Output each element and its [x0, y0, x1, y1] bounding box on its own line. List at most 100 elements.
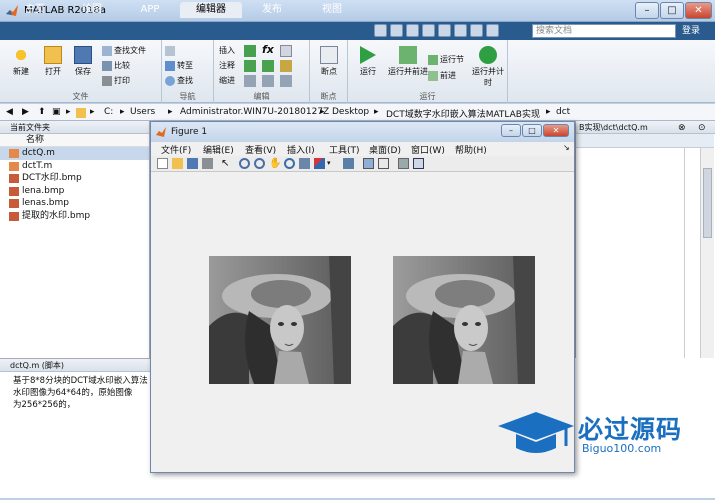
- figure-close-button[interactable]: ✕: [543, 124, 569, 137]
- path-segment-users[interactable]: Users: [130, 107, 155, 117]
- stopwatch-icon: [479, 46, 497, 64]
- path-segment-user[interactable]: Administrator.WIN7U-20180127Z: [180, 107, 329, 117]
- find-files-button[interactable]: 查找文件: [102, 45, 146, 57]
- show-plot-tools-icon[interactable]: [413, 158, 424, 169]
- file-item[interactable]: dctT.m: [0, 160, 149, 173]
- forward-arrow-icon[interactable]: ▶: [22, 107, 29, 117]
- file-item[interactable]: lena.bmp: [0, 185, 149, 198]
- save-figure-icon[interactable]: [187, 158, 198, 169]
- name-column-header[interactable]: 名称: [0, 134, 149, 147]
- browse-folder-icon[interactable]: ▣: [52, 107, 61, 117]
- path-segment-drive[interactable]: C:: [104, 107, 113, 117]
- menu-tools[interactable]: 工具(T): [329, 143, 360, 156]
- insert-section-icon[interactable]: [244, 45, 256, 57]
- save-button[interactable]: 保存: [67, 46, 99, 77]
- indent-button[interactable]: 缩进: [219, 75, 235, 87]
- path-sep: ▸: [546, 107, 551, 117]
- fx-button[interactable]: fx: [262, 44, 274, 56]
- menu-edit[interactable]: 编辑(E): [203, 143, 234, 156]
- quick-switch-icon[interactable]: [470, 24, 483, 37]
- link-plot-icon[interactable]: [343, 158, 354, 169]
- data-cursor-icon[interactable]: [299, 158, 310, 169]
- tab-publish[interactable]: 发布: [244, 2, 300, 18]
- path-segment-desktop[interactable]: Desktop: [332, 107, 369, 117]
- menu-view[interactable]: 查看(V): [245, 143, 276, 156]
- scrollbar-thumb[interactable]: [703, 168, 712, 238]
- run-button[interactable]: 运行: [352, 46, 384, 77]
- run-and-time-button[interactable]: 运行并计时: [470, 46, 506, 88]
- new-figure-icon[interactable]: [157, 158, 168, 169]
- print-button[interactable]: 打印: [102, 75, 130, 87]
- pan-hand-icon[interactable]: ✋: [269, 158, 281, 169]
- brush-icon[interactable]: [314, 158, 325, 169]
- run-advance-button[interactable]: 运行并前进: [388, 46, 428, 77]
- login-button[interactable]: 登录: [682, 24, 710, 38]
- editor-close-icon[interactable]: ⊗: [678, 123, 686, 133]
- quick-save-icon[interactable]: [374, 24, 387, 37]
- indent-right-icon[interactable]: [262, 75, 274, 87]
- open-file-icon[interactable]: [172, 158, 183, 169]
- run-section-button[interactable]: 运行节: [428, 54, 464, 66]
- tab-editor[interactable]: 编辑器: [180, 2, 242, 18]
- close-button[interactable]: ✕: [685, 2, 712, 19]
- advance-label: 前进: [440, 71, 456, 80]
- tab-view[interactable]: 视图: [302, 2, 362, 18]
- advance-button[interactable]: 前进: [428, 70, 456, 82]
- menu-dock-icon[interactable]: ↘: [563, 143, 570, 152]
- file-item[interactable]: dctQ.m: [0, 147, 149, 160]
- tab-apps[interactable]: APP: [122, 2, 178, 18]
- comment-percent-icon[interactable]: [244, 60, 256, 72]
- menu-file[interactable]: 文件(F): [161, 143, 191, 156]
- quick-paste-icon[interactable]: [422, 24, 435, 37]
- path-segment-dct[interactable]: dct: [556, 107, 570, 117]
- comment-button[interactable]: 注释: [219, 60, 235, 72]
- search-docs-input[interactable]: 搜索文档: [532, 24, 676, 38]
- quick-redo-icon[interactable]: [454, 24, 467, 37]
- indent-label: 缩进: [219, 76, 235, 85]
- quick-cut-icon[interactable]: [390, 24, 403, 37]
- nav-back-icon[interactable]: [165, 45, 177, 57]
- print-figure-icon[interactable]: [202, 158, 213, 169]
- zoom-in-icon[interactable]: [239, 158, 250, 169]
- smart-indent-icon[interactable]: [244, 75, 256, 87]
- colorbar-icon[interactable]: [363, 158, 374, 169]
- zoom-out-icon[interactable]: [254, 158, 265, 169]
- quick-copy-icon[interactable]: [406, 24, 419, 37]
- indent-left-icon[interactable]: [280, 75, 292, 87]
- quick-help-icon[interactable]: [486, 24, 499, 37]
- insert-button[interactable]: 插入: [219, 45, 235, 57]
- quick-undo-icon[interactable]: [438, 24, 451, 37]
- up-folder-icon[interactable]: ⬆: [38, 107, 46, 117]
- compare-button[interactable]: 比较: [102, 60, 130, 72]
- uncomment-icon[interactable]: [262, 60, 274, 72]
- editor-menu-icon[interactable]: ⊙: [698, 123, 706, 133]
- wrap-comment-icon[interactable]: [280, 60, 292, 72]
- menu-window[interactable]: 窗口(W): [411, 143, 445, 156]
- brush-dropdown-icon[interactable]: ▾: [327, 158, 338, 169]
- legend-icon[interactable]: [378, 158, 389, 169]
- editor-scrollbar[interactable]: [700, 148, 714, 358]
- path-segment-project[interactable]: DCT域数字水印嵌入算法MATLAB实现: [386, 107, 540, 120]
- insert-dropdown-icon[interactable]: [280, 45, 292, 57]
- pointer-icon[interactable]: ↖: [221, 158, 232, 169]
- back-arrow-icon[interactable]: ◀: [6, 107, 13, 117]
- rotate-3d-icon[interactable]: [284, 158, 295, 169]
- tab-home[interactable]: 主页: [8, 2, 62, 18]
- maximize-button[interactable]: □: [660, 2, 684, 19]
- file-item[interactable]: DCT水印.bmp: [0, 172, 149, 185]
- breakpoints-button[interactable]: 断点: [313, 46, 345, 77]
- goto-button[interactable]: 转至: [165, 60, 193, 72]
- tab-plots[interactable]: 绘图: [64, 2, 120, 18]
- file-item[interactable]: 提取的水印.bmp: [0, 210, 149, 223]
- menu-insert[interactable]: 插入(I): [287, 143, 315, 156]
- menu-desktop[interactable]: 桌面(D): [369, 143, 401, 156]
- figure-minimize-button[interactable]: –: [501, 124, 521, 137]
- open-button[interactable]: 打开: [37, 46, 69, 77]
- figure-maximize-button[interactable]: □: [522, 124, 542, 137]
- minimize-button[interactable]: –: [635, 2, 659, 19]
- menu-help[interactable]: 帮助(H): [455, 143, 487, 156]
- hide-plot-tools-icon[interactable]: [398, 158, 409, 169]
- file-item[interactable]: lenas.bmp: [0, 197, 149, 210]
- find-button[interactable]: 查找: [165, 75, 193, 87]
- new-button[interactable]: 新建: [5, 46, 37, 77]
